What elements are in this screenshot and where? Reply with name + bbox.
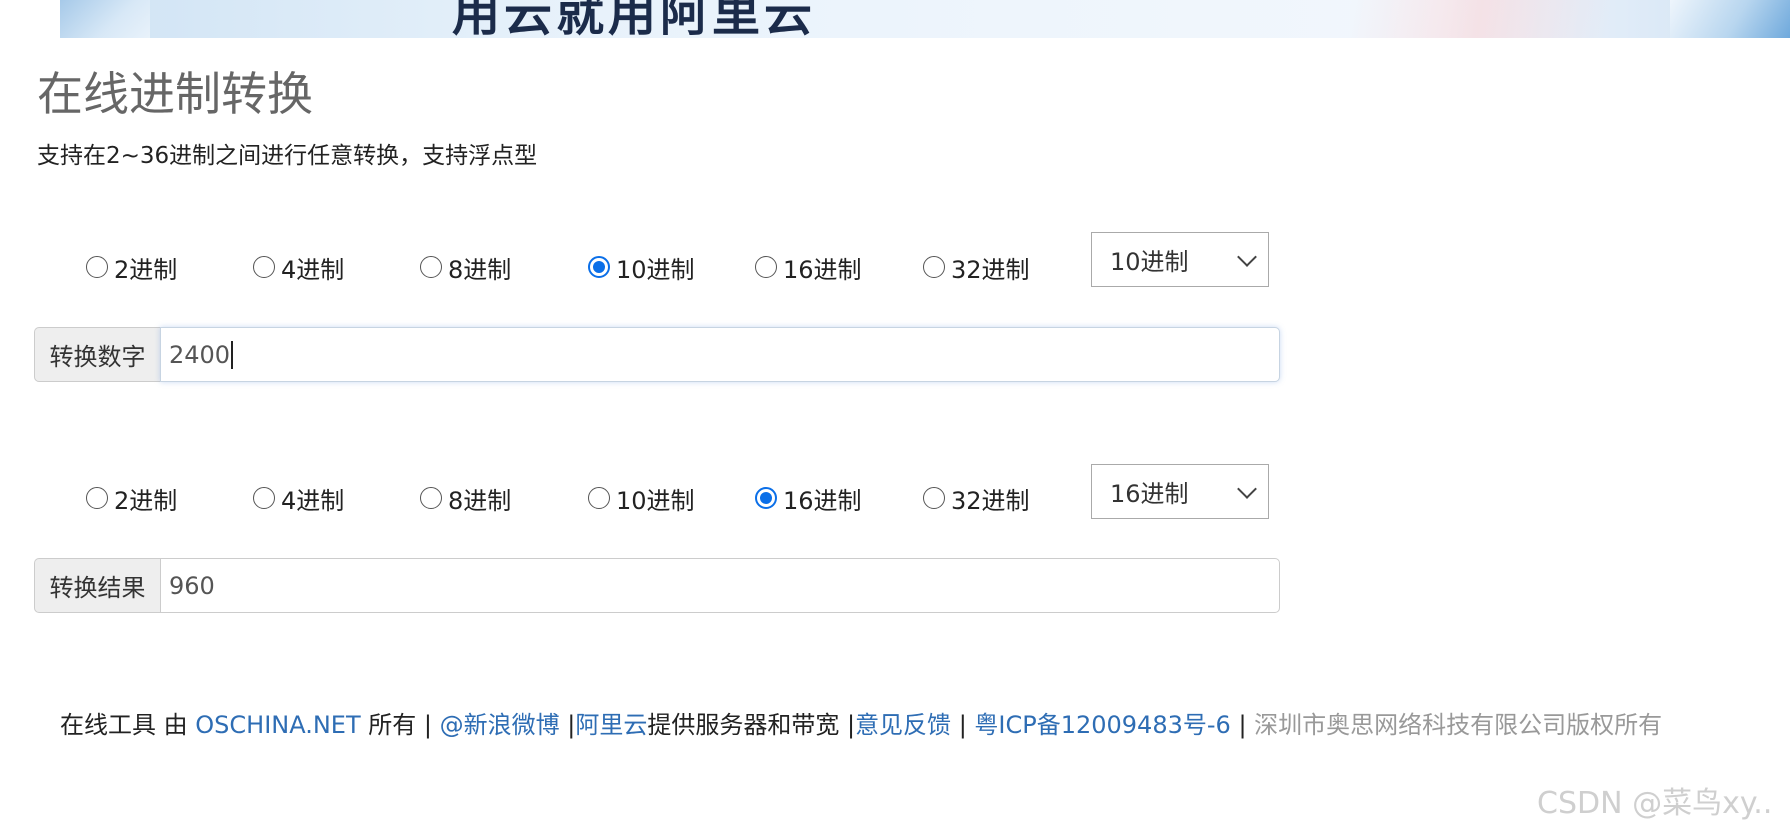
radio-button[interactable] — [588, 487, 610, 509]
radio-label: 16进制 — [783, 486, 862, 515]
radio-label: 4进制 — [281, 255, 345, 284]
radio-button[interactable] — [588, 256, 610, 278]
banner-text: 用云就用阿里云 — [452, 0, 817, 38]
radio-label: 4进制 — [281, 486, 345, 515]
oschina-link[interactable]: OSCHINA.NET — [195, 711, 360, 739]
output-radio-base-2[interactable]: 2进制 — [86, 481, 253, 516]
input-number-field[interactable]: 2400 — [160, 327, 1280, 382]
radio-label: 32进制 — [951, 486, 1030, 515]
output-result-value: 960 — [169, 571, 215, 600]
radio-button[interactable] — [420, 256, 442, 278]
input-number-value: 2400 — [169, 340, 231, 369]
output-radio-base-16[interactable]: 16进制 — [755, 481, 923, 516]
banner-decoration — [60, 0, 150, 38]
radio-label: 32进制 — [951, 255, 1030, 284]
output-base-radio-group: 2进制 4进制 8进制 10进制 16进制 32进制 — [86, 478, 1030, 518]
radio-button[interactable] — [755, 487, 777, 509]
output-radio-base-32[interactable]: 32进制 — [923, 481, 1030, 516]
footer-prefix: 在线工具 由 — [60, 711, 196, 739]
footer-separator: | — [951, 711, 975, 739]
page-title: 在线进制转换 — [37, 67, 313, 121]
chevron-down-icon — [1237, 247, 1257, 267]
input-radio-base-10[interactable]: 10进制 — [588, 250, 755, 285]
output-radio-base-4[interactable]: 4进制 — [253, 481, 420, 516]
chevron-down-icon — [1237, 479, 1257, 499]
output-result-label: 转换结果 — [34, 558, 160, 613]
radio-button[interactable] — [420, 487, 442, 509]
radio-label: 10进制 — [616, 255, 695, 284]
radio-label: 16进制 — [783, 255, 862, 284]
aliyun-link[interactable]: 阿里云 — [575, 711, 647, 739]
output-base-select[interactable]: 16进制 — [1091, 464, 1269, 519]
input-radio-base-2[interactable]: 2进制 — [86, 250, 253, 285]
output-result-field[interactable]: 960 — [160, 558, 1280, 613]
output-radio-base-10[interactable]: 10进制 — [588, 481, 755, 516]
input-number-group: 转换数字 2400 — [34, 327, 1280, 382]
input-radio-base-8[interactable]: 8进制 — [420, 250, 588, 285]
input-radio-base-32[interactable]: 32进制 — [923, 250, 1030, 285]
footer: 在线工具 由 OSCHINA.NET 所有 | @新浪微博 |阿里云提供服务器和… — [60, 705, 1662, 740]
icp-link[interactable]: 粤ICP备12009483号-6 — [974, 711, 1230, 739]
input-number-label: 转换数字 — [34, 327, 160, 382]
radio-button[interactable] — [923, 256, 945, 278]
banner-decoration — [1350, 0, 1610, 38]
csdn-watermark: CSDN @菜鸟xy.. — [1537, 786, 1773, 821]
copyright-text: 深圳市奥思网络科技有限公司版权所有 — [1254, 711, 1663, 739]
select-value: 10进制 — [1110, 248, 1189, 276]
radio-button[interactable] — [923, 487, 945, 509]
radio-label: 10进制 — [616, 486, 695, 515]
radio-label: 8进制 — [448, 255, 512, 284]
footer-separator: | — [559, 711, 576, 739]
output-radio-base-8[interactable]: 8进制 — [420, 481, 588, 516]
input-radio-base-4[interactable]: 4进制 — [253, 250, 420, 285]
select-value: 16进制 — [1110, 480, 1189, 508]
output-result-group: 转换结果 960 — [34, 558, 1280, 613]
radio-button[interactable] — [253, 487, 275, 509]
radio-button[interactable] — [86, 256, 108, 278]
footer-text: 所有 | — [360, 711, 440, 739]
weibo-link[interactable]: @新浪微博 — [440, 711, 560, 739]
input-base-select[interactable]: 10进制 — [1091, 232, 1269, 287]
footer-separator: | — [1230, 711, 1255, 739]
radio-label: 2进制 — [114, 486, 178, 515]
radio-button[interactable] — [86, 487, 108, 509]
radio-button[interactable] — [253, 256, 275, 278]
input-base-radio-group: 2进制 4进制 8进制 10进制 16进制 32进制 — [86, 247, 1030, 287]
footer-text: 提供服务器和带宽 | — [647, 711, 856, 739]
banner-ad[interactable]: 用云就用阿里云 — [60, 0, 1790, 38]
feedback-link[interactable]: 意见反馈 — [855, 711, 951, 739]
page-subtitle: 支持在2~36进制之间进行任意转换，支持浮点型 — [37, 143, 538, 169]
input-radio-base-16[interactable]: 16进制 — [755, 250, 923, 285]
radio-label: 2进制 — [114, 255, 178, 284]
text-caret — [231, 340, 233, 369]
banner-decoration — [1670, 0, 1790, 38]
radio-label: 8进制 — [448, 486, 512, 515]
radio-button[interactable] — [755, 256, 777, 278]
